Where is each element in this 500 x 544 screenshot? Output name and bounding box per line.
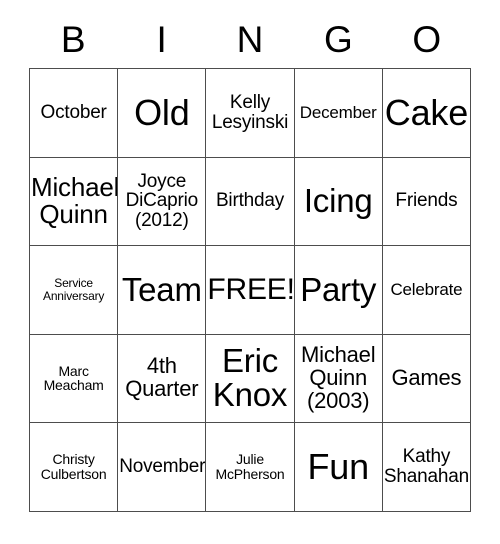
- header-letter-o: O: [412, 18, 442, 60]
- bingo-cell-label: Kathy Shanahan: [383, 446, 469, 487]
- bingo-row: Christy Culbertson November Julie McPherso…: [30, 423, 472, 512]
- bingo-cell-label: Birthday: [215, 190, 285, 212]
- bingo-row: October Old Kelly Lesyinski December Cake: [30, 69, 472, 158]
- bingo-cell-label: Friends: [395, 190, 458, 212]
- bingo-cell[interactable]: Christy Culbertson: [30, 423, 119, 512]
- bingo-cell[interactable]: Service Anniversary: [30, 246, 119, 335]
- bingo-cell[interactable]: Fun: [294, 423, 383, 512]
- header-letter-n: N: [236, 18, 264, 60]
- bingo-cell-label: Old: [134, 92, 190, 134]
- bingo-cell-label: Kelly Lesyinski: [211, 92, 289, 133]
- bingo-cell-free[interactable]: FREE!: [206, 246, 295, 335]
- bingo-cell-label: Games: [391, 364, 462, 390]
- bingo-cell[interactable]: Eric Knox: [206, 334, 295, 423]
- bingo-row: Service Anniversary Team FREE! Party Cele…: [30, 246, 472, 335]
- bingo-cell-label: October: [40, 101, 107, 123]
- bingo-cell[interactable]: Party: [294, 246, 383, 335]
- bingo-cell[interactable]: Marc Meacham: [30, 334, 119, 423]
- bingo-cell-label: Joyce DiCaprio (2012): [125, 170, 199, 232]
- bingo-card: B I N G O October Old Kelly Lesyinski Dec…: [29, 10, 472, 512]
- bingo-cell-label: Cake: [384, 92, 469, 134]
- bingo-cell-label: Party: [300, 270, 377, 308]
- bingo-cell[interactable]: Michael Quinn: [30, 157, 119, 246]
- bingo-cell[interactable]: Old: [118, 69, 207, 158]
- bingo-row: Marc Meacham 4th Quarter Eric Knox Michael Q…: [30, 334, 472, 423]
- bingo-cell[interactable]: Joyce DiCaprio (2012): [118, 157, 207, 246]
- bingo-cell[interactable]: Games: [382, 334, 472, 423]
- bingo-cell-label: Marc Meacham: [43, 362, 104, 394]
- bingo-cell[interactable]: November: [118, 423, 207, 512]
- bingo-cell-label: Fun: [307, 446, 369, 488]
- bingo-cell[interactable]: Julie McPherson: [206, 423, 295, 512]
- bingo-cell[interactable]: Cake: [382, 69, 472, 158]
- bingo-cell[interactable]: Kathy Shanahan: [382, 423, 472, 512]
- bingo-cell-label: Eric Knox: [212, 341, 288, 414]
- bingo-cell-label: Christy Culbertson: [40, 451, 107, 482]
- bingo-grid: October Old Kelly Lesyinski December Cake…: [29, 68, 472, 512]
- bingo-cell-label: Michael Quinn (2003): [301, 341, 376, 413]
- bingo-cell-label: Julie McPherson: [215, 451, 285, 482]
- bingo-cell-label: Michael Quinn: [31, 172, 119, 230]
- bingo-cell[interactable]: December: [294, 69, 383, 158]
- bingo-cell-label: Icing: [303, 182, 373, 220]
- bingo-cell[interactable]: Birthday: [206, 157, 295, 246]
- bingo-cell[interactable]: Celebrate: [382, 246, 472, 335]
- bingo-cell[interactable]: Kelly Lesyinski: [206, 69, 295, 158]
- bingo-cell[interactable]: Michael Quinn (2003): [294, 334, 383, 423]
- bingo-cell-label: FREE!: [207, 273, 295, 307]
- header-letter-b: B: [60, 18, 86, 60]
- bingo-cell[interactable]: October: [30, 69, 119, 158]
- header-letter-g: G: [323, 18, 353, 60]
- bingo-cell[interactable]: Friends: [382, 157, 472, 246]
- bingo-row: Michael Quinn Joyce DiCaprio (2012) Birthda…: [30, 157, 472, 246]
- bingo-cell[interactable]: Icing: [294, 157, 383, 246]
- bingo-cell-label: Celebrate: [390, 279, 463, 299]
- bingo-cell-label: November: [119, 455, 206, 477]
- bingo-header: B I N G O: [29, 10, 471, 68]
- bingo-cell-label: December: [299, 102, 377, 122]
- header-letter-i: I: [156, 18, 167, 60]
- bingo-cell-label: Service Anniversary: [43, 276, 105, 303]
- bingo-cell-label: Team: [121, 270, 202, 308]
- bingo-cell[interactable]: Team: [118, 246, 207, 335]
- bingo-cell-label: 4th Quarter: [125, 353, 199, 402]
- bingo-cell[interactable]: 4th Quarter: [118, 334, 207, 423]
